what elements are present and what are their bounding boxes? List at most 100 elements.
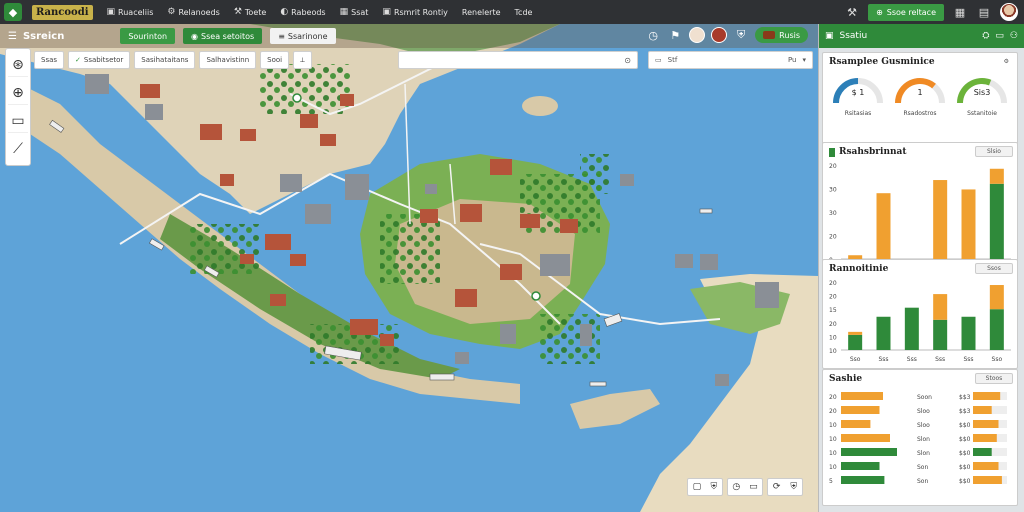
hbar-right-1[interactable] — [973, 406, 992, 414]
hbar-left-6[interactable] — [841, 476, 885, 484]
y-tick-label: 30 — [829, 187, 837, 194]
rival-avatar[interactable] — [711, 27, 728, 43]
bar-sss-s1[interactable] — [989, 168, 1004, 184]
shield-small-icon[interactable]: ⛨ — [711, 482, 718, 492]
map-pin-icon[interactable]: ⛨ — [790, 482, 797, 492]
folder-icon: ▭ — [655, 56, 662, 64]
player-avatar[interactable] — [689, 27, 706, 43]
y-tick-label: 10 — [829, 422, 837, 429]
chip-secondary[interactable]: ◉ Ssea setoitos — [183, 28, 263, 44]
y-tick-label: 10 — [829, 450, 837, 457]
y-tick-label: 20 — [829, 394, 837, 401]
menu-item-5[interactable]: ▣ Rsmrit Rontiy — [378, 7, 451, 17]
tag-icon[interactable]: ⚑ — [667, 29, 683, 42]
target-icon[interactable]: ⊕ — [8, 81, 28, 105]
layers-small-icon[interactable]: ▭ — [749, 482, 758, 492]
hbar-right-5[interactable] — [973, 462, 999, 470]
settings-icon[interactable]: ⚙ — [1000, 57, 1013, 66]
gauge-fill — [895, 78, 936, 104]
ruler-icon[interactable]: ⟋ — [8, 137, 28, 161]
status-pill[interactable]: Rusis — [755, 27, 808, 43]
rotate-icon[interactable]: ⟳ — [773, 482, 781, 492]
filter-chip-2[interactable]: Sasihataitans — [134, 51, 196, 69]
y-tick-label: 20 — [829, 234, 837, 241]
bar-sss-s0[interactable] — [961, 316, 976, 350]
menu-item-4[interactable]: ▦ Ssat — [336, 7, 373, 17]
gauge-label: Rsadostros — [903, 110, 937, 117]
panel-users-icon[interactable]: ⚇ — [1010, 31, 1018, 41]
hbar-right-3[interactable] — [973, 434, 997, 442]
bar-sso-s1[interactable] — [848, 331, 863, 335]
menu-item-6[interactable]: Renelerte — [458, 7, 505, 17]
compass-icon[interactable]: ⊛ — [8, 53, 28, 77]
bar-sss-s0[interactable] — [876, 316, 891, 350]
settings-icon[interactable]: ⊙ — [624, 56, 631, 65]
tools-icon[interactable]: ⚒ — [844, 6, 860, 19]
chart-1-tag[interactable]: Slsio — [975, 146, 1013, 157]
chart-1-svg: 203030200EauSssSsoSooiSsoSss — [829, 163, 1011, 272]
locate-icon[interactable]: ▢ — [693, 482, 702, 492]
filter-chip-3[interactable]: Salhavistinn — [199, 51, 257, 69]
row-value: $$0 — [959, 464, 971, 471]
hbar-left-0[interactable] — [841, 392, 883, 400]
dropdown-icon[interactable]: ▾ — [802, 56, 806, 64]
menu-icon[interactable]: ☰ — [8, 31, 17, 42]
hbar-right-0[interactable] — [973, 392, 1001, 400]
hbar-right-2[interactable] — [973, 420, 999, 428]
game-map[interactable] — [0, 24, 818, 512]
bar-sss-s1[interactable] — [876, 193, 891, 259]
card-icon[interactable]: ▭ — [8, 109, 28, 133]
row-value: $$0 — [959, 478, 971, 485]
bar-sss-s0[interactable] — [989, 183, 1004, 259]
bar-sooi-s1[interactable] — [933, 180, 948, 259]
filter-chip-1[interactable]: ✓ Ssabitsetor — [68, 51, 131, 69]
menu-item-2[interactable]: ⚒ Toete — [230, 7, 270, 17]
history-icon[interactable]: ◷ — [732, 482, 740, 492]
clock-icon[interactable]: ◷ — [645, 29, 661, 42]
time-control[interactable]: ◷ ▭ — [727, 478, 763, 496]
menu-item-0[interactable]: ▣ Ruaceliis — [103, 7, 158, 17]
user-avatar[interactable] — [1000, 3, 1018, 21]
filter-chip-0[interactable]: Ssas — [34, 51, 65, 69]
chart-2-svg: 20 20 15 20 10 10 Sso Sss Sss Sss Sss Sso — [829, 280, 1011, 363]
hbar-right-4[interactable] — [973, 448, 992, 456]
shield-icon[interactable]: ⛨ — [733, 28, 749, 42]
hbar-left-2[interactable] — [841, 420, 871, 428]
chart-3-tag[interactable]: Stoos — [975, 373, 1013, 384]
chip-primary[interactable]: Sourinton — [120, 28, 176, 44]
hbar-left-1[interactable] — [841, 406, 880, 414]
grid-icon[interactable]: ▦ — [952, 6, 968, 19]
bar-sso-s1[interactable] — [989, 285, 1004, 310]
app-logo[interactable]: ◆ — [0, 0, 26, 24]
secondary-search[interactable]: ▭ Stf Pu ▾ — [648, 51, 813, 69]
bar-sso-s1[interactable] — [961, 189, 976, 259]
hammer-icon: ⚒ — [233, 7, 242, 17]
document-icon[interactable]: ▤ — [976, 6, 992, 19]
zoom-control[interactable]: ▢ ⛨ — [687, 478, 723, 496]
map-search-input[interactable]: ⊙ — [398, 51, 638, 69]
bar-sss-s0[interactable] — [933, 319, 948, 350]
hbar-left-5[interactable] — [841, 462, 880, 470]
bar-sss-s1[interactable] — [933, 294, 948, 320]
bar-sso-s0[interactable] — [989, 309, 1004, 350]
chip-tertiary[interactable]: ≡ Ssarinone — [270, 28, 336, 44]
hbar-right-6[interactable] — [973, 476, 1002, 484]
chart-card-2: Rannoitinie Ssos 20 20 15 20 10 10 Sso Sss Sss Ss… — [822, 259, 1018, 369]
bar-sso-s0[interactable] — [848, 334, 863, 350]
chart-2-tag[interactable]: Ssos — [975, 263, 1013, 274]
hbar-left-3[interactable] — [841, 434, 890, 442]
bar-sss-s0[interactable] — [904, 307, 919, 350]
menu-item-7[interactable]: Tcde — [511, 7, 537, 17]
filter-label: Sooi — [267, 56, 283, 64]
rotate-control[interactable]: ⟳ ⛨ — [767, 478, 803, 496]
hbar-left-4[interactable] — [841, 448, 897, 456]
stats-panel: ▣ Ssatiu ⛭ ▭ ⚇ Rsamplee Gusminice ⚙ $ 1R… — [818, 24, 1024, 512]
panel-pin-icon[interactable]: ⛭ — [982, 31, 989, 41]
top-action-button[interactable]: ⊕ Ssoe reltace — [868, 3, 944, 21]
menu-item-3[interactable]: ◐ Rabeods — [276, 7, 329, 17]
panel-folder-icon[interactable]: ▭ — [995, 31, 1004, 41]
filter-chip-4[interactable]: Sooi — [260, 51, 290, 69]
filter-chip-5[interactable]: ⟂ — [293, 51, 312, 69]
menu-item-1[interactable]: ⚙ Relanoeds — [163, 7, 223, 17]
map-canvas[interactable] — [0, 24, 818, 512]
